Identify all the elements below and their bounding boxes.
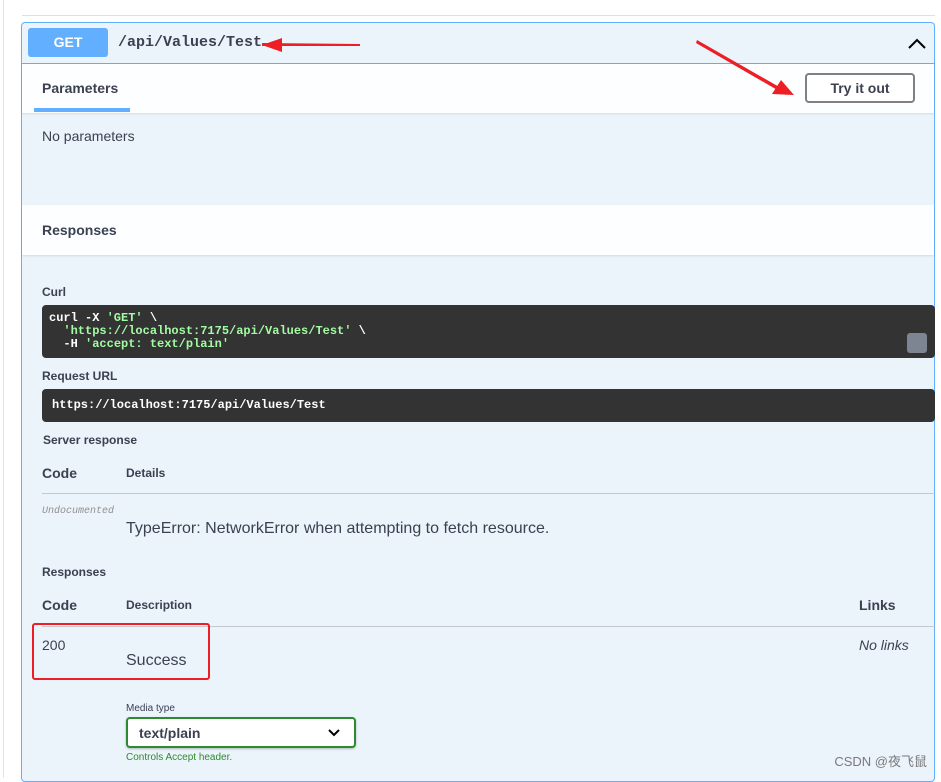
media-type-select[interactable]: text/plain — [126, 717, 356, 748]
server-col-code: Code — [42, 465, 77, 481]
responses-label: Responses — [42, 565, 107, 579]
chevron-down-icon — [328, 729, 340, 737]
responses-col-links: Links — [859, 597, 896, 613]
server-col-details: Details — [126, 466, 166, 480]
method-badge: GET — [28, 28, 108, 57]
top-divider — [22, 15, 935, 16]
copy-icon[interactable] — [907, 333, 927, 353]
server-row-code: Undocumented — [42, 506, 115, 517]
responses-col-description: Description — [126, 598, 193, 612]
server-table-divider — [42, 493, 935, 494]
endpoint-path: /api/Values/Test — [118, 34, 263, 51]
tab-parameters[interactable]: Parameters — [42, 80, 118, 96]
watermark: CSDN @夜飞鼠 — [834, 754, 927, 769]
controls-accept-note: Controls Accept header. — [126, 752, 233, 763]
chevron-up-icon[interactable] — [906, 33, 928, 53]
media-type-value: text/plain — [139, 725, 201, 741]
responses-col-code: Code — [42, 597, 77, 613]
tab-active-indicator — [34, 108, 130, 112]
parameters-header: Parameters Try it out — [22, 64, 934, 113]
responses-header: Responses — [22, 205, 934, 255]
server-row-details: TypeError: NetworkError when attempting … — [126, 520, 550, 537]
annotation-highlight-box — [32, 623, 210, 680]
operation-block-get: GET /api/Values/Test Parameters Try it o… — [21, 22, 935, 782]
request-url-label: Request URL — [42, 369, 118, 383]
curl-code-block[interactable]: curl -X 'GET' \ 'https://localhost:7175/… — [42, 305, 935, 358]
no-parameters-text: No parameters — [42, 128, 135, 144]
operation-summary[interactable]: GET /api/Values/Test — [22, 23, 934, 64]
response-links: No links — [859, 637, 909, 653]
request-url-box[interactable]: https://localhost:7175/api/Values/Test — [42, 389, 935, 422]
curl-label: Curl — [42, 285, 66, 299]
try-it-out-button[interactable]: Try it out — [805, 73, 915, 103]
left-border — [3, 0, 4, 778]
media-type-label: Media type — [126, 703, 175, 714]
responses-title: Responses — [42, 222, 117, 238]
server-response-label: Server response — [43, 433, 138, 447]
